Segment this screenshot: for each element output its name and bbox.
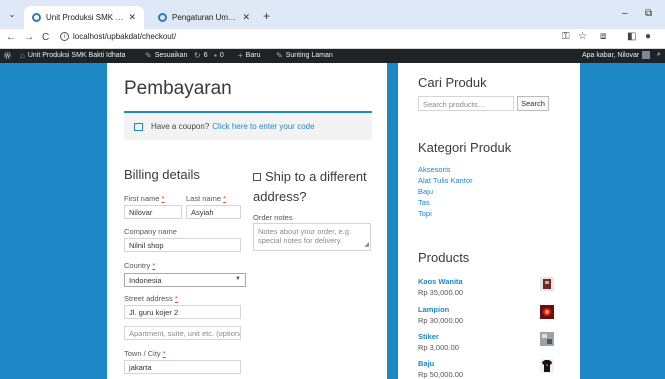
products-heading: Products — [418, 250, 470, 265]
product-price: Rp 35,000.00 — [418, 288, 464, 297]
country-select[interactable]: Indonesia ▼ — [124, 273, 246, 287]
category-link[interactable]: Tas — [418, 198, 430, 207]
admin-new[interactable]: + Baru — [238, 51, 260, 60]
category-link[interactable]: Aksesoris — [418, 165, 451, 174]
admin-edit-page[interactable]: ✎ Sunting Laman — [276, 51, 333, 60]
browser-tab-strip: ⌄ Unit Produksi SMK Bakti Idhata ✕ Penga… — [0, 0, 665, 29]
admin-site-name[interactable]: ⌂ Unit Produksi SMK Bakti Idhata — [20, 51, 126, 60]
tab-title: Unit Produksi SMK Bakti Idhata — [46, 13, 125, 22]
search-icon[interactable]: ⌕ — [657, 51, 661, 59]
shop-sidebar: Cari Produk Search products… Search Kate… — [398, 63, 580, 379]
pencil-icon: ✎ — [276, 51, 283, 60]
tab-unit-produksi[interactable]: Unit Produksi SMK Bakti Idhata ✕ — [24, 6, 144, 29]
coupon-notice: Have a coupon? Click here to enter your … — [124, 111, 372, 140]
street-label: Street address * — [124, 294, 178, 303]
product-name[interactable]: Stiker — [418, 332, 439, 341]
forward-icon[interactable]: → — [24, 32, 34, 43]
checkbox[interactable] — [253, 173, 261, 181]
search-button[interactable]: Search — [517, 96, 549, 111]
extensions-icon[interactable]: ⧈ — [600, 31, 606, 42]
product-price: Rp 50,000.00 — [418, 370, 464, 379]
minimize-icon[interactable]: – — [622, 8, 628, 19]
tab-title: Pengaturan Umum ‹ Unit Produ — [172, 13, 239, 22]
ship-different-toggle[interactable]: Ship to a different address? — [253, 167, 383, 207]
calendar-icon — [134, 122, 143, 131]
product-price: Rp 3,000.00 — [418, 343, 459, 352]
company-label: Company name — [124, 227, 177, 236]
product-thumbnail[interactable] — [540, 305, 554, 319]
product-search-input[interactable]: Search products… — [418, 96, 514, 111]
last-name-label: Last name * — [186, 194, 227, 203]
first-name-label: First name * — [124, 194, 165, 203]
product-thumbnail[interactable] — [540, 332, 554, 346]
page-title: Pembayaran — [124, 78, 232, 99]
product-thumbnail[interactable] — [540, 277, 554, 291]
sidebar-icon[interactable]: ◧ — [627, 31, 636, 42]
info-icon[interactable]: i — [60, 32, 69, 41]
back-icon[interactable]: ← — [6, 32, 16, 43]
city-label: Town / City * — [124, 349, 166, 358]
product-name[interactable]: Lampion — [418, 305, 449, 314]
key-icon[interactable]: ⚿ — [562, 31, 570, 42]
search-heading: Cari Produk — [418, 75, 487, 90]
category-link[interactable]: Topi — [418, 209, 432, 218]
country-label: Country * — [124, 261, 156, 270]
city-input[interactable]: jakarta — [124, 360, 241, 374]
first-name-input[interactable]: Nilovar — [124, 205, 182, 219]
plus-icon: + — [238, 51, 243, 60]
categories-heading: Kategori Produk — [418, 140, 512, 155]
billing-heading: Billing details — [124, 167, 200, 182]
order-notes-label: Order notes — [253, 213, 293, 222]
close-icon[interactable]: ✕ — [128, 12, 136, 23]
category-link[interactable]: Alat Tulis Kantor — [418, 176, 473, 185]
checkout-content: Pembayaran Have a coupon? Click here to … — [107, 63, 387, 379]
order-notes-textarea[interactable]: Notes about your order, e.g. special not… — [253, 223, 371, 251]
globe-icon — [32, 13, 41, 22]
chevron-down-icon: ▼ — [235, 276, 241, 282]
product-thumbnail[interactable] — [540, 359, 554, 373]
profile-icon[interactable]: ● — [645, 31, 651, 42]
coupon-link[interactable]: Click here to enter your code — [212, 122, 314, 131]
product-image — [540, 332, 554, 346]
company-input[interactable]: Nilnil shop — [124, 238, 241, 252]
product-name[interactable]: Kaos Wanita — [418, 277, 463, 286]
tab-pengaturan-umum[interactable]: Pengaturan Umum ‹ Unit Produ ✕ — [150, 6, 258, 29]
wordpress-logo-icon[interactable]: Ⓦ — [4, 51, 11, 61]
street-address-input[interactable]: Jl. guru kojer 2 — [124, 305, 241, 319]
brush-icon: ✎ — [145, 51, 152, 60]
close-icon[interactable]: ✕ — [242, 12, 250, 23]
wp-admin-bar: Ⓦ ⌂ Unit Produksi SMK Bakti Idhata ✎ Sesua… — [0, 49, 665, 63]
product-image — [540, 305, 554, 319]
product-image — [540, 277, 554, 291]
admin-customize[interactable]: ✎ Sesuaikan — [145, 51, 187, 60]
admin-updates[interactable]: ↻ 6 — [194, 51, 208, 60]
browser-toolbar: ← → C i localhost/upbakdat/checkout/ ⚿ ☆… — [0, 29, 665, 49]
home-icon: ⌂ — [20, 51, 25, 60]
coupon-text: Have a coupon? — [151, 122, 210, 131]
reload-icon[interactable]: C — [42, 32, 49, 43]
product-name[interactable]: Baju — [418, 359, 434, 368]
address-bar[interactable]: localhost/upbakdat/checkout/ — [73, 32, 176, 41]
avatar — [642, 51, 651, 59]
product-price: Rp 30,000.00 — [418, 316, 464, 325]
last-name-input[interactable]: Asyiah — [186, 205, 241, 219]
resize-handle-icon[interactable]: ◢ — [364, 241, 369, 250]
admin-account[interactable]: Apa kabar, Nilovar — [582, 51, 651, 59]
category-link[interactable]: Baju — [418, 187, 433, 196]
admin-comments[interactable]: ▪ 0 — [214, 51, 224, 60]
refresh-icon: ↻ — [194, 51, 201, 60]
globe-icon — [158, 13, 167, 22]
tab-list-icon[interactable]: ⌄ — [5, 8, 19, 22]
star-icon[interactable]: ☆ — [578, 31, 587, 42]
restore-icon[interactable]: ⧉ — [645, 8, 652, 19]
new-tab-button[interactable]: + — [263, 9, 270, 23]
street-address-2-input[interactable]: Apartment, suite, unit etc. (optional) — [124, 326, 241, 340]
product-image — [540, 359, 554, 373]
comment-icon: ▪ — [214, 51, 217, 60]
